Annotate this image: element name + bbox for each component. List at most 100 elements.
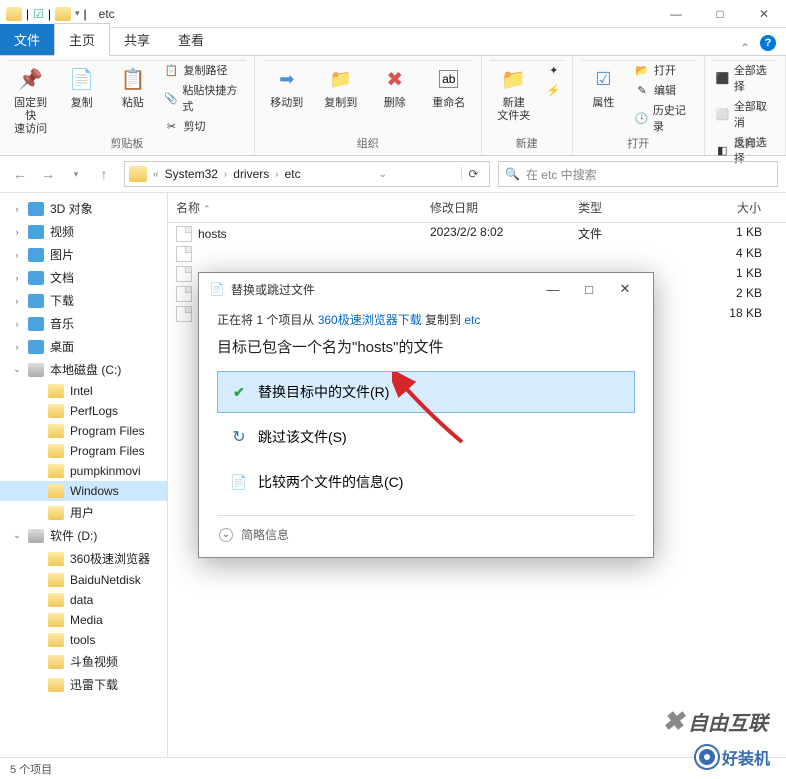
dialog-footer[interactable]: ⌄ 简略信息 (217, 515, 635, 547)
new-folder-button[interactable]: 新建 文件夹 (490, 61, 538, 125)
file-icon (176, 306, 192, 322)
refresh-button[interactable]: ⟳ (461, 167, 485, 181)
column-headers[interactable]: 名称⌃ 修改日期 类型 大小 (168, 193, 786, 223)
chevron-right-icon[interactable]: › (224, 169, 227, 180)
copy-to-button[interactable]: 复制到 (317, 61, 365, 112)
ribbon-group-label: 组织 (263, 133, 473, 153)
expand-icon[interactable]: › (12, 296, 22, 306)
open-button[interactable]: 📂打开 (632, 61, 696, 79)
expand-icon[interactable]: › (12, 227, 22, 237)
file-row[interactable]: 4 KB (168, 244, 786, 264)
expand-icon[interactable]: › (12, 204, 22, 214)
folder-icon (48, 384, 64, 398)
tree-item[interactable]: ›音乐 (0, 312, 167, 335)
move-to-button[interactable]: 移动到 (263, 61, 311, 112)
tree-item[interactable]: Media (0, 610, 167, 630)
column-type[interactable]: 类型 (570, 193, 680, 222)
dialog-minimize-button[interactable]: — (535, 282, 571, 297)
maximize-button[interactable]: □ (698, 0, 742, 28)
breadcrumb-segment[interactable]: etc (281, 167, 305, 181)
edit-button[interactable]: ✎编辑 (632, 81, 696, 99)
tree-item[interactable]: Windows (0, 481, 167, 501)
breadcrumb-segment[interactable]: drivers (229, 167, 273, 181)
pin-quick-access-button[interactable]: 固定到快 速访问 (8, 61, 53, 139)
skip-option[interactable]: 跳过该文件(S) (217, 416, 635, 458)
replace-option[interactable]: 替换目标中的文件(R) (217, 371, 635, 413)
chevron-right-icon[interactable]: « (153, 169, 159, 180)
compare-option[interactable]: 比较两个文件的信息(C) (217, 461, 635, 503)
tree-item[interactable]: ⌄本地磁盘 (C:) (0, 358, 167, 381)
tree-item[interactable]: 迅雷下载 (0, 673, 167, 696)
tree-item[interactable]: ›图片 (0, 243, 167, 266)
up-button[interactable]: ↑ (92, 162, 116, 186)
help-button[interactable]: ? (756, 31, 780, 55)
select-all-button[interactable]: ⬛全部选择 (713, 61, 777, 95)
tree-item[interactable]: pumpkinmovi (0, 461, 167, 481)
recent-dropdown[interactable]: ▾ (64, 162, 88, 186)
window-title: etc (93, 7, 654, 21)
delete-button[interactable]: 删除 (371, 61, 419, 112)
expand-icon[interactable]: › (12, 250, 22, 260)
easy-access-button[interactable]: ⚡ (544, 81, 564, 99)
tree-item[interactable]: Program Files (0, 441, 167, 461)
file-icon (176, 286, 192, 302)
tab-file[interactable]: 文件 (0, 24, 54, 55)
minimize-button[interactable]: — (654, 0, 698, 28)
expand-icon[interactable]: › (12, 319, 22, 329)
select-none-button[interactable]: ⬜全部取消 (713, 97, 777, 131)
tab-view[interactable]: 查看 (164, 24, 218, 55)
qat-dropdown-icon[interactable]: ▾ (75, 8, 80, 19)
source-link[interactable]: 360极速浏览器下载 (318, 313, 422, 327)
dialog-close-button[interactable]: ✕ (607, 281, 643, 297)
tree-item[interactable]: ›桌面 (0, 335, 167, 358)
tree-item[interactable]: 用户 (0, 501, 167, 524)
tree-item[interactable]: tools (0, 630, 167, 650)
expand-icon[interactable]: ⌄ (219, 528, 233, 542)
tree-item[interactable]: 360极速浏览器 (0, 547, 167, 570)
column-date[interactable]: 修改日期 (422, 193, 570, 222)
tree-item[interactable]: ›下载 (0, 289, 167, 312)
tree-item[interactable]: PerfLogs (0, 401, 167, 421)
properties-button[interactable]: 属性 (581, 61, 626, 112)
copy-path-button[interactable]: 📋复制路径 (162, 61, 246, 79)
ribbon-group-label: 选择 (713, 133, 777, 153)
expand-icon[interactable]: ⌄ (12, 364, 22, 375)
back-button[interactable]: ← (8, 162, 32, 186)
file-row[interactable]: hosts2023/2/2 8:02文件1 KB (168, 223, 786, 244)
dest-link[interactable]: etc (464, 313, 480, 327)
tab-share[interactable]: 共享 (110, 24, 164, 55)
tree-item[interactable]: ›3D 对象 (0, 197, 167, 220)
ribbon-group-label: 新建 (490, 133, 564, 153)
nav-tree[interactable]: ›3D 对象›视频›图片›文档›下载›音乐›桌面⌄本地磁盘 (C:)IntelP… (0, 193, 168, 757)
expand-icon[interactable]: › (12, 273, 22, 283)
tree-item[interactable]: 斗鱼视频 (0, 650, 167, 673)
tree-item[interactable]: Program Files (0, 421, 167, 441)
tree-item[interactable]: data (0, 590, 167, 610)
paste-button[interactable]: 粘贴 (110, 61, 155, 112)
folder-icon (48, 464, 64, 478)
chevron-down-icon[interactable]: ⌄ (379, 169, 387, 180)
copy-button[interactable]: 复制 (59, 61, 104, 112)
forward-button[interactable]: → (36, 162, 60, 186)
column-name[interactable]: 名称⌃ (168, 193, 422, 222)
tree-item[interactable]: ⌄软件 (D:) (0, 524, 167, 547)
expand-icon[interactable]: › (12, 342, 22, 352)
rename-button[interactable]: 重命名 (425, 61, 473, 112)
new-item-button[interactable]: ✦ (544, 61, 564, 79)
tree-item[interactable]: Intel (0, 381, 167, 401)
dialog-maximize-button[interactable]: □ (571, 282, 607, 297)
close-button[interactable]: ✕ (742, 0, 786, 28)
tab-home[interactable]: 主页 (54, 23, 110, 56)
tree-item[interactable]: BaiduNetdisk (0, 570, 167, 590)
paste-shortcut-button[interactable]: 📎粘贴快捷方式 (162, 81, 246, 115)
ribbon-collapse-icon[interactable]: ⌃ (740, 41, 750, 55)
breadcrumb-segment[interactable]: System32 (161, 167, 222, 181)
tree-item[interactable]: ›视频 (0, 220, 167, 243)
chevron-right-icon[interactable]: › (275, 169, 278, 180)
column-size[interactable]: 大小 (680, 193, 786, 222)
tree-item[interactable]: ›文档 (0, 266, 167, 289)
history-button[interactable]: 🕓历史记录 (632, 101, 696, 135)
expand-icon[interactable]: ⌄ (12, 530, 22, 541)
search-input[interactable]: 🔍 在 etc 中搜索 (498, 161, 778, 187)
address-bar[interactable]: « System32 › drivers › etc ⌄ ⟳ (124, 161, 490, 187)
